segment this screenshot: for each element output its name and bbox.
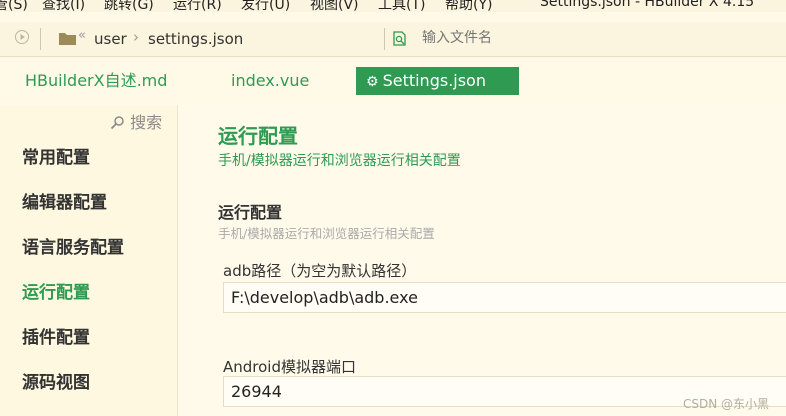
sidebar-item-common[interactable]: 常用配置 [22, 143, 90, 168]
folder-icon [59, 31, 77, 50]
android-emulator-port-label: Android模拟器端口 [223, 358, 356, 376]
sidebar-search-label: 搜索 [130, 113, 163, 132]
watermark: CSDN @东小黑 [683, 397, 770, 411]
section-title: 运行配置 [218, 203, 283, 222]
sidebar-item-source-view[interactable]: 源码视图 [22, 368, 90, 393]
sidebar-item-language-service[interactable]: 语言服务配置 [22, 233, 124, 258]
breadcrumb-settings-json[interactable]: settings.json [148, 30, 243, 48]
sidebar-item-plugins[interactable]: 插件配置 [22, 323, 90, 348]
menu-bar: 管(S) 查找(I) 跳转(G) 运行(R) 发行(U) 视图(V) 工具(T)… [0, 0, 786, 12]
adb-path-label: adb路径（为空为默认路径） [223, 262, 417, 280]
play-icon[interactable] [15, 30, 29, 44]
tab-hbuilderx-readme[interactable]: HBuilderX自述.md [25, 67, 167, 95]
sidebar-item-editor[interactable]: 编辑器配置 [22, 188, 107, 213]
section-description: 手机/模拟器运行和浏览器运行相关配置 [218, 226, 435, 241]
adb-path-input[interactable]: F:\develop\adb\adb.exe [223, 282, 786, 313]
gear-icon: ⚙ [366, 74, 379, 90]
sidebar: 搜索 常用配置 编辑器配置 语言服务配置 运行配置 插件配置 源码视图 [0, 105, 177, 416]
divider [384, 28, 385, 50]
tab-bar: HBuilderX自述.md index.vue ⚙ Settings.json [0, 57, 786, 105]
page-title: 运行配置 [218, 124, 298, 148]
nav-back-icon[interactable]: « [78, 28, 86, 43]
breadcrumb-separator: › [133, 28, 139, 46]
menu-item-publish[interactable]: 发行(U) [241, 0, 290, 12]
breadcrumb-user[interactable]: user [94, 30, 127, 48]
menu-item-goto[interactable]: 跳转(G) [104, 0, 154, 12]
menu-item-tools[interactable]: 工具(T) [378, 0, 425, 12]
tab-settings-json-label: Settings.json [382, 71, 486, 90]
divider [40, 28, 41, 50]
sidebar-item-run[interactable]: 运行配置 [22, 278, 90, 303]
search-icon [110, 113, 130, 132]
menu-item-find[interactable]: 查找(I) [42, 0, 85, 12]
menu-item-view[interactable]: 视图(V) [310, 0, 359, 12]
tab-settings-json[interactable]: ⚙ Settings.json [356, 67, 519, 95]
menu-item-manage[interactable]: 管(S) [0, 0, 28, 12]
sidebar-search[interactable]: 搜索 [110, 109, 162, 133]
address-bar: « user › settings.json [0, 22, 786, 56]
file-search-icon [392, 31, 408, 51]
tab-index-vue[interactable]: index.vue [231, 67, 309, 95]
page-subtitle: 手机/模拟器运行和浏览器运行相关配置 [218, 153, 461, 169]
menu-item-run[interactable]: 运行(R) [173, 0, 222, 12]
menu-item-help[interactable]: 帮助(Y) [445, 0, 492, 12]
window-title: Settings.json - HBuilder X 4.15 [540, 0, 755, 10]
file-name-input[interactable] [418, 27, 726, 49]
